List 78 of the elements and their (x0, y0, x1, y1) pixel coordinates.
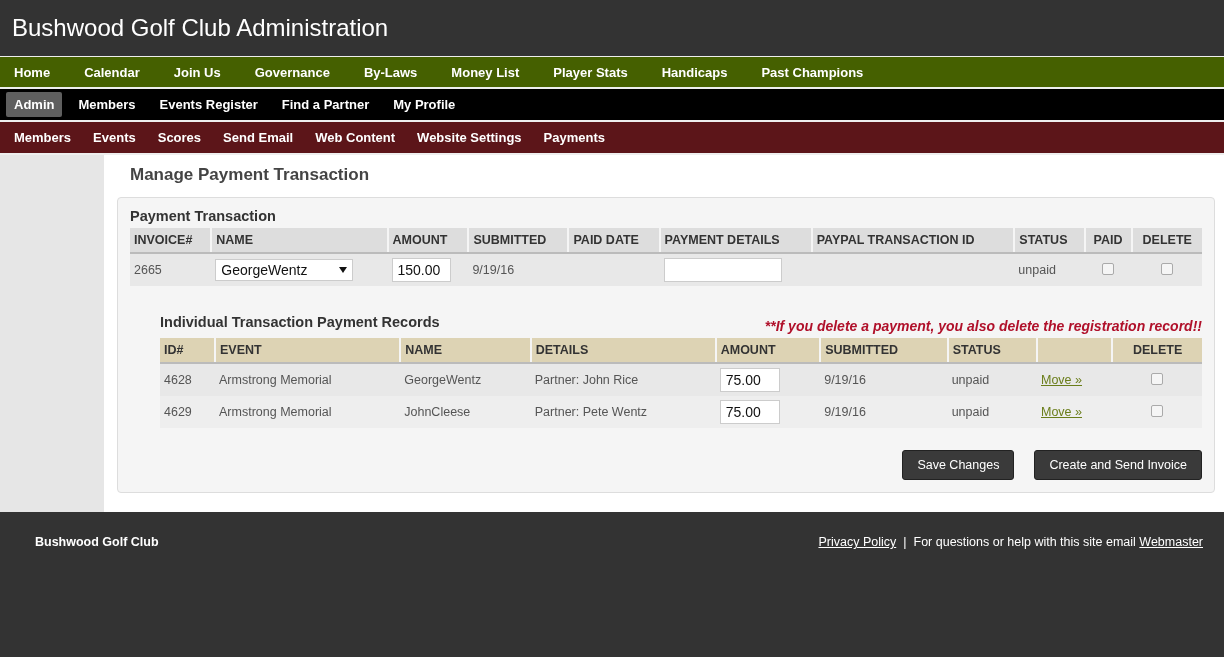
action-button[interactable]: Create and Send Invoice (1034, 450, 1202, 480)
nav-link[interactable]: Members (70, 92, 144, 117)
amount-field[interactable]: 75.00 (719, 400, 780, 424)
table-cell: 4628 (160, 363, 216, 396)
nav-link[interactable]: Website Settings (409, 125, 530, 150)
delete-checkbox[interactable] (1160, 262, 1173, 275)
column-header: PAYPAL TRANSACTION ID (811, 228, 1015, 253)
move-link[interactable]: Move » (1041, 405, 1082, 419)
column-header: ID# (160, 338, 216, 363)
delete-checkbox[interactable] (1151, 404, 1164, 417)
column-header: SUBMITTED (820, 338, 948, 363)
nav-link[interactable]: Past Champions (753, 59, 872, 85)
nav-link[interactable]: Find a Partner (273, 92, 378, 117)
nav-link[interactable]: Governance (246, 59, 338, 85)
payment-details-field[interactable] (663, 258, 782, 282)
caret-icon (339, 267, 348, 273)
nav-link[interactable]: Events (85, 125, 144, 150)
site-title: Bushwood Golf Club Administration (12, 14, 389, 42)
table-cell: JohnCleese (400, 396, 531, 428)
page-title: Manage Payment Transaction (130, 165, 371, 185)
nav-link[interactable]: Home (6, 59, 59, 85)
privacy-link[interactable]: Privacy Policy (818, 535, 897, 549)
table-cell: 9/19/16 (468, 253, 569, 286)
contact-text: For questions or help with this site email Webmaster (913, 535, 1203, 549)
nav-link[interactable]: Scores (149, 125, 210, 150)
nav-link[interactable]: Player Stats (545, 59, 636, 85)
move-link[interactable]: Move » (1041, 373, 1082, 387)
webmaster-link[interactable]: Webmaster (1139, 535, 1203, 549)
nav-link[interactable]: Payments (535, 125, 614, 150)
nav-link[interactable]: Members (6, 125, 80, 150)
column-header: NAME (400, 338, 531, 363)
section-title: Individual Transaction Payment Records (160, 314, 440, 330)
column-header: STATUS (1014, 228, 1085, 253)
nav-link[interactable]: Admin (6, 92, 63, 117)
column-header: DETAILS (530, 338, 716, 363)
column-header: INVOICE# (130, 228, 212, 253)
nav-link[interactable]: Join Us (165, 59, 229, 85)
name-dropdown[interactable]: GeorgeWentz (215, 259, 354, 281)
nav-link[interactable]: Money List (443, 59, 528, 85)
column-header: PAID (1084, 228, 1132, 253)
column-header: AMOUNT (387, 228, 469, 253)
delete-checkbox[interactable] (1151, 372, 1164, 385)
column-header: DELETE (1112, 338, 1202, 363)
amount-field[interactable]: 75.00 (719, 368, 780, 392)
table-cell: 2665 (130, 253, 212, 286)
table-cell: Partner: John Rice (530, 363, 716, 396)
column-header: EVENT (215, 338, 401, 363)
nav-link[interactable]: Calendar (76, 59, 148, 85)
table-cell: 9/19/16 (820, 396, 948, 428)
nav-link[interactable]: My Profile (385, 92, 464, 117)
nav-link[interactable]: Handicaps (653, 59, 736, 85)
column-header: PAID DATE (568, 228, 660, 253)
column-header: PAYMENT DETAILS (659, 228, 812, 253)
table-cell: 4629 (160, 396, 216, 428)
nav-link[interactable]: Send Email (215, 125, 302, 150)
separator-text: | (903, 535, 907, 549)
amount-field[interactable]: 150.00 (391, 258, 451, 282)
table-cell: unpaid (947, 396, 1037, 428)
nav-link[interactable]: Events Register (151, 92, 266, 117)
table-cell: Partner: Pete Wentz (530, 396, 716, 428)
column-header: DELETE (1131, 228, 1202, 253)
warning-text: **If you delete a payment, you also delete the registration record!! (764, 318, 1202, 334)
table-cell: GeorgeWentz (400, 363, 531, 396)
section-title: Payment Transaction (130, 208, 277, 224)
table-cell: unpaid (947, 363, 1037, 396)
action-button[interactable]: Save Changes (902, 450, 1015, 480)
nav-link[interactable]: By-Laws (355, 59, 426, 85)
column-header: STATUS (947, 338, 1037, 363)
column-header: NAME (211, 228, 388, 253)
footer-club-name: Bushwood Golf Club (35, 535, 159, 549)
column-header: AMOUNT (715, 338, 821, 363)
paid-checkbox[interactable] (1102, 262, 1114, 275)
table-cell: Armstrong Memorial (215, 363, 401, 396)
table-cell: Armstrong Memorial (215, 396, 401, 428)
table-cell: unpaid (1014, 253, 1085, 286)
table-cell: 9/19/16 (820, 363, 948, 396)
column-header: SUBMITTED (468, 228, 569, 253)
nav-link[interactable]: Web Content (307, 125, 404, 150)
